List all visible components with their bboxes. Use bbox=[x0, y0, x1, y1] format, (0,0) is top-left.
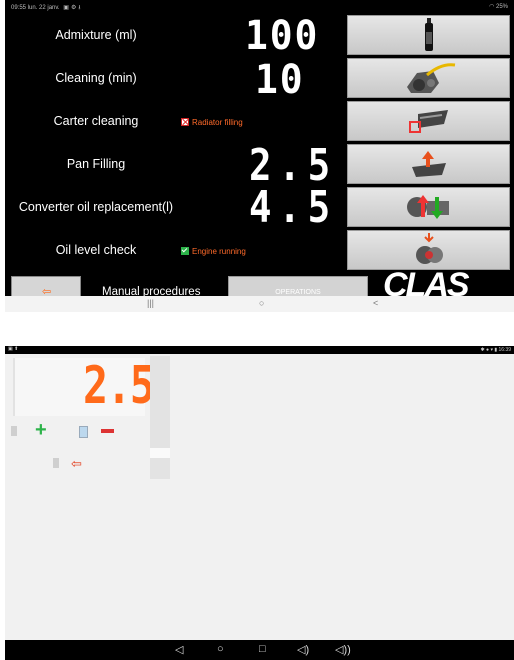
pan-filling-icon bbox=[411, 151, 446, 177]
value-cleaning[interactable]: 10 bbox=[255, 60, 305, 100]
confirm-handle bbox=[53, 458, 59, 468]
value-converter-oil[interactable]: 4.5 bbox=[249, 186, 337, 230]
scroll-track[interactable] bbox=[150, 356, 170, 479]
pan-filling-button[interactable] bbox=[347, 144, 510, 184]
engine-running-label: Engine running bbox=[192, 247, 246, 256]
tablet-screen: 09:55 lun. 22 janv. ▣ ⚙ ⭳ ◠ 25% Admixture … bbox=[5, 0, 514, 312]
navigation-bar-2: ◁ ○ □ ◁) ◁)) bbox=[5, 640, 514, 660]
oil-pan-icon bbox=[408, 110, 448, 133]
label-admixture: Admixture (ml) bbox=[55, 28, 137, 42]
back-nav-icon[interactable]: < bbox=[373, 298, 378, 308]
navigation-bar: ||| ○ < bbox=[5, 296, 514, 312]
recents-icon-2[interactable]: □ bbox=[259, 643, 266, 655]
checkbox-unchecked-icon[interactable] bbox=[181, 118, 189, 126]
value-admixture[interactable]: 100 bbox=[245, 16, 319, 56]
admixture-button[interactable] bbox=[347, 15, 510, 55]
minus-icon[interactable] bbox=[101, 429, 114, 433]
label-cleaning: Cleaning (min) bbox=[55, 71, 137, 85]
carter-cleaning-button[interactable] bbox=[347, 101, 510, 141]
image-icon: ▣ bbox=[63, 5, 69, 11]
operations-button[interactable]: OPERATIONS bbox=[228, 276, 368, 298]
home-icon-2[interactable]: ○ bbox=[217, 643, 224, 655]
home-icon[interactable]: ○ bbox=[259, 298, 264, 308]
recents-icon[interactable]: ||| bbox=[147, 298, 154, 308]
scroll-thumb[interactable] bbox=[150, 448, 170, 458]
wifi-icon: ◠ bbox=[489, 4, 496, 10]
back-nav-icon-2[interactable]: ◁ bbox=[175, 643, 183, 656]
engine-cleaning-icon bbox=[406, 63, 455, 93]
label-pan-filling: Pan Filling bbox=[66, 157, 126, 171]
status-icons: ✱ ● ▾ ▮ bbox=[480, 347, 499, 353]
value-editor-screen: ▣ ⬆ ✱ ● ▾ ▮ 16:39 2.5 + ⇦ ◁ ○ □ ◁) ◁)) bbox=[5, 346, 514, 660]
status-time-date: 09:55 lun. 22 janv. bbox=[11, 5, 60, 11]
image-icon-2: ▣ bbox=[8, 346, 13, 352]
additive-bottle-icon bbox=[424, 18, 433, 51]
checkbox-checked-icon[interactable] bbox=[181, 247, 189, 255]
oil-level-check-button[interactable] bbox=[347, 230, 510, 270]
label-converter-oil: Converter oil replacement(l) bbox=[18, 200, 174, 214]
clock: 16:39 bbox=[498, 347, 511, 353]
cleaning-button[interactable] bbox=[347, 58, 510, 98]
oil-level-icon bbox=[415, 233, 443, 264]
engine-running-option[interactable]: Engine running bbox=[181, 247, 246, 256]
label-carter-cleaning: Carter cleaning bbox=[53, 114, 139, 128]
edited-value: 2.5 bbox=[83, 356, 155, 416]
status-bar: 09:55 lun. 22 janv. ▣ ⚙ ⭳ ◠ 25% bbox=[5, 0, 514, 13]
download-icon: ⭳ bbox=[78, 5, 81, 11]
plus-icon[interactable]: + bbox=[35, 420, 47, 440]
upload-icon: ⬆ bbox=[14, 346, 19, 352]
increment-handle bbox=[11, 426, 17, 436]
radiator-filling-label: Radiator filling bbox=[192, 118, 243, 127]
status-bar-2: ▣ ⬆ ✱ ● ▾ ▮ 16:39 bbox=[5, 346, 514, 354]
converter-oil-button[interactable] bbox=[347, 187, 510, 227]
battery-level: 25% bbox=[495, 4, 508, 10]
decrement-handle bbox=[79, 426, 88, 438]
label-oil-level-check: Oil level check bbox=[55, 243, 137, 257]
converter-oil-icon bbox=[406, 195, 449, 219]
radiator-filling-option[interactable]: Radiator filling bbox=[181, 118, 243, 127]
volume-up-icon[interactable]: ◁)) bbox=[335, 643, 351, 656]
volume-down-icon[interactable]: ◁) bbox=[297, 643, 309, 656]
return-arrow-icon[interactable]: ⇦ bbox=[71, 456, 82, 472]
gear-icon: ⚙ bbox=[70, 5, 77, 11]
